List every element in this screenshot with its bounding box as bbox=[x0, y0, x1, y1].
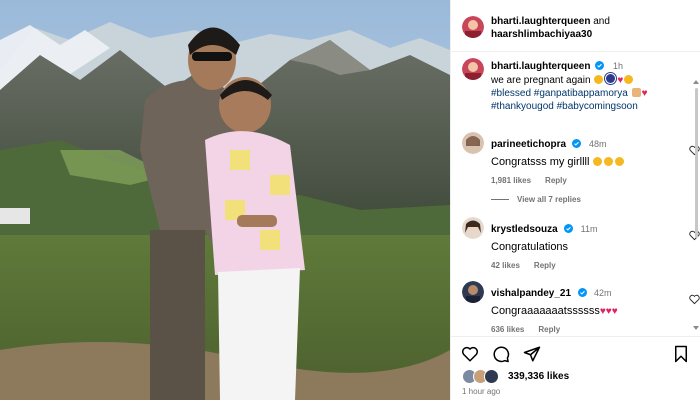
comments-scrollbar[interactable] bbox=[695, 88, 698, 324]
comment-meta: 636 likes Reply bbox=[491, 325, 671, 334]
verified-badge-icon bbox=[577, 288, 587, 297]
view-replies-link[interactable]: View all 7 replies bbox=[491, 195, 581, 204]
photo-illustration bbox=[0, 0, 450, 400]
caption-text-block: bharti.laughterqueen 1h we are pregnant … bbox=[491, 60, 691, 113]
caption-time: 1h bbox=[613, 61, 624, 71]
scrollbar-thumb[interactable] bbox=[695, 88, 698, 238]
comment-text: Congratsss my girllll bbox=[491, 156, 590, 168]
header-authors-line: bharti.laughterqueen and bbox=[491, 16, 610, 27]
heart-icon[interactable] bbox=[461, 345, 479, 363]
comment-meta: 1,981 likes Reply bbox=[491, 176, 671, 185]
comment-username[interactable]: krystledsouza bbox=[491, 224, 558, 235]
comment-reply-button[interactable]: Reply bbox=[538, 325, 560, 334]
emoji-heart-eyes-icon bbox=[593, 157, 603, 166]
post-side-panel: bharti.laughterqueen and haarshlimbachiy… bbox=[450, 0, 700, 400]
comment-text: Congraaaaaaatssssss bbox=[491, 305, 600, 317]
emoji-praying-hands-icon bbox=[631, 88, 641, 97]
caption-hashtags-line2[interactable]: #thankyougod #babycomingsoon bbox=[491, 101, 638, 112]
scroll-down-icon[interactable] bbox=[693, 326, 699, 330]
emoji-red-heart-icon: ♥ bbox=[641, 88, 648, 99]
comment-likes[interactable]: 42 likes bbox=[491, 261, 520, 270]
commenter-avatar[interactable] bbox=[462, 217, 484, 239]
commenter-avatar[interactable] bbox=[462, 281, 484, 303]
header-author-name[interactable]: bharti.laughterqueen bbox=[491, 16, 590, 27]
header-coauthor-name[interactable]: haarshlimbachiyaa30 bbox=[491, 29, 592, 40]
comment-username[interactable]: vishalpandey_21 bbox=[491, 288, 571, 299]
post-header: bharti.laughterqueen and haarshlimbachiy… bbox=[451, 0, 700, 52]
comment-body: krystledsouza 11m Congratulations 42 lik… bbox=[491, 219, 671, 270]
instagram-post-view: bharti.laughterqueen and haarshlimbachiy… bbox=[0, 0, 700, 400]
emoji-heart-eyes-icon bbox=[615, 157, 625, 166]
emoji-heart-icon: ♥ bbox=[617, 75, 624, 86]
liker-avatar[interactable] bbox=[484, 369, 499, 384]
comment-body: vishalpandey_21 42m Congraaaaaaatssssss ♥… bbox=[491, 283, 671, 334]
caption-text: we are pregnant again bbox=[491, 75, 591, 86]
comment-time: 48m bbox=[588, 139, 607, 149]
emoji-smiling-icon bbox=[594, 75, 604, 84]
comment-likes[interactable]: 636 likes bbox=[491, 325, 524, 334]
comment-reply-button[interactable]: Reply bbox=[534, 261, 556, 270]
comment-time: 11m bbox=[580, 224, 598, 234]
author-avatar[interactable] bbox=[462, 16, 484, 38]
comment-reply-button[interactable]: Reply bbox=[545, 176, 567, 185]
comment-time: 42m bbox=[593, 288, 612, 298]
emoji-heart-icon: ♥ bbox=[611, 306, 618, 317]
verified-badge-icon bbox=[564, 224, 574, 233]
bookmark-icon[interactable] bbox=[672, 345, 690, 363]
likes-count[interactable]: 339,336 likes bbox=[508, 371, 569, 382]
comment-body: parineetichopra 48m Congratsss my girlll… bbox=[491, 134, 671, 185]
verified-badge-icon bbox=[595, 61, 605, 70]
comment-text: Congratulations bbox=[491, 241, 569, 253]
caption-username[interactable]: bharti.laughterqueen bbox=[491, 61, 590, 72]
post-actions: 339,336 likes 1 hour ago bbox=[451, 336, 700, 401]
comment-text-line: Congraaaaaaatssssss♥♥♥ bbox=[491, 305, 671, 317]
post-photo[interactable] bbox=[0, 0, 450, 400]
posted-time: 1 hour ago bbox=[462, 387, 501, 396]
share-icon[interactable] bbox=[523, 345, 541, 363]
comment-meta: 42 likes Reply bbox=[491, 261, 671, 270]
verified-badge-icon bbox=[572, 139, 582, 148]
comment-text-line: Congratsss my girllll bbox=[491, 156, 671, 168]
header-and-label: and bbox=[593, 16, 610, 27]
emoji-heart-eyes-icon bbox=[604, 157, 614, 166]
emoji-face-icon bbox=[624, 75, 634, 84]
comment-likes[interactable]: 1,981 likes bbox=[491, 176, 531, 185]
caption-hashtags[interactable]: #blessed #ganpatibappamorya bbox=[491, 88, 628, 99]
scroll-up-icon[interactable] bbox=[693, 80, 699, 84]
comment-icon[interactable] bbox=[492, 345, 510, 363]
emoji-evil-eye-icon bbox=[605, 73, 617, 84]
commenter-avatar[interactable] bbox=[462, 132, 484, 154]
comment-username[interactable]: parineetichopra bbox=[491, 139, 566, 150]
caption-author-avatar[interactable] bbox=[462, 58, 484, 80]
